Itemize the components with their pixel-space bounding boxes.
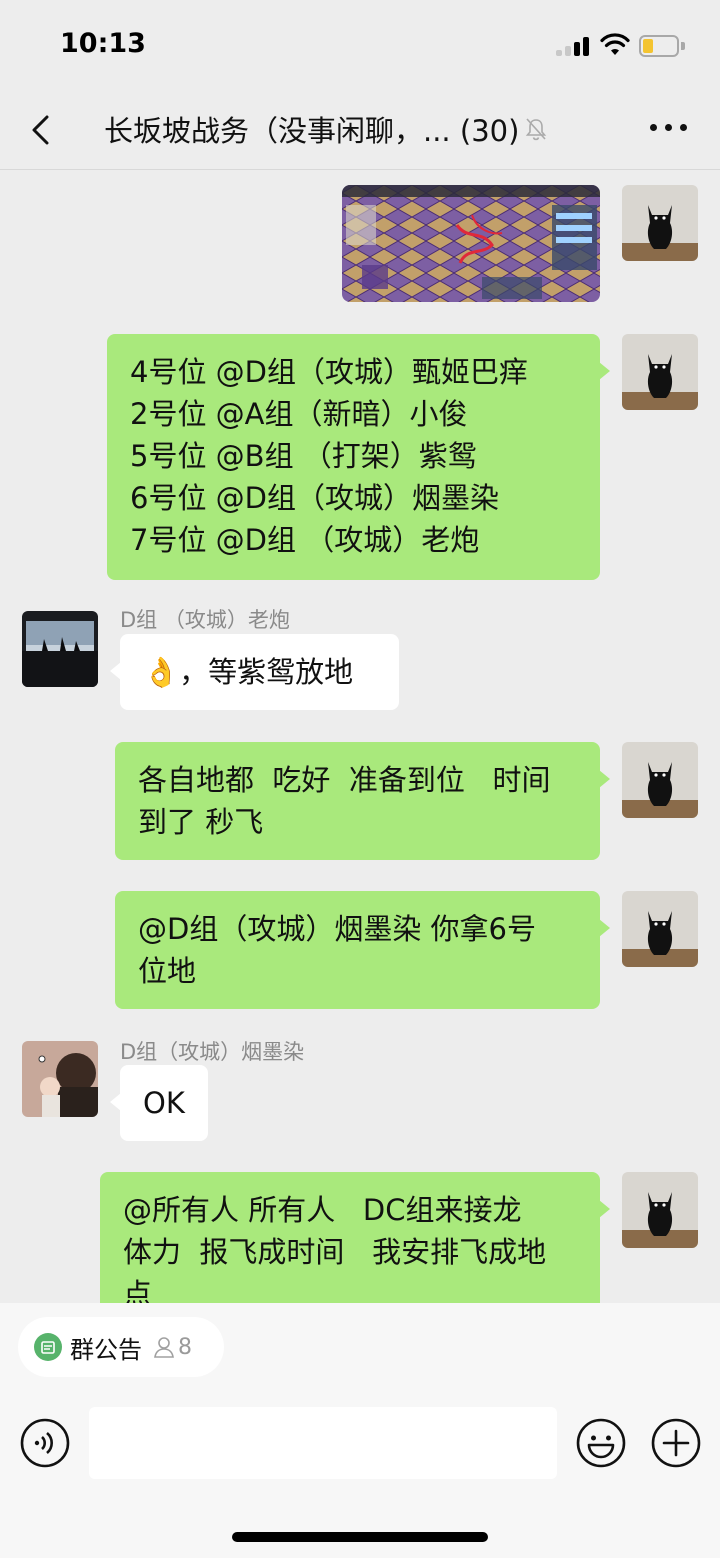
message-image xyxy=(0,170,720,310)
message-bubble[interactable]: @所有人 所有人 DC组来接龙 体力 报飞成时间 我安排飞成地 点 xyxy=(100,1172,610,1303)
sender-name: D组 （攻城）老炮 xyxy=(120,608,290,632)
message-list[interactable]: 4号位 @D组（攻城）甄姬巴痒 2号位 @A组（新暗）小俊 5号位 @B组 （打… xyxy=(0,170,720,1303)
my-avatar-cat[interactable] xyxy=(622,1172,698,1248)
my-avatar-cat[interactable] xyxy=(622,334,698,410)
message-outgoing: 4号位 @D组（攻城）甄姬巴痒 2号位 @A组（新暗）小俊 5号位 @B组 （打… xyxy=(0,334,720,580)
member-avatar-yanmoran[interactable] xyxy=(22,1041,98,1117)
message-incoming: D组（攻城）烟墨染 OK xyxy=(0,1034,720,1146)
chat-title: 长坂坡战务（没事闲聊，... (30) xyxy=(104,114,520,148)
announcement-label: 群公告 xyxy=(70,1335,142,1364)
my-avatar-cat[interactable] xyxy=(622,185,698,261)
voice-input-icon[interactable] xyxy=(20,1418,70,1468)
chat-header: 长坂坡战务（没事闲聊，... (30) xyxy=(0,92,720,170)
message-outgoing: @所有人 所有人 DC组来接龙 体力 报飞成时间 我安排飞成地 点 xyxy=(0,1172,720,1303)
sender-name: D组（攻城）烟墨染 xyxy=(120,1040,305,1064)
mute-bell-icon xyxy=(526,118,547,141)
plus-icon[interactable] xyxy=(651,1418,701,1468)
message-outgoing: 各自地都 吃好 准备到位 时间 到了 秒飞 xyxy=(0,742,720,860)
more-options-icon[interactable] xyxy=(650,122,688,134)
message-bubble[interactable]: 4号位 @D组（攻城）甄姬巴痒 2号位 @A组（新暗）小俊 5号位 @B组 （打… xyxy=(107,334,610,580)
cellular-signal-icon xyxy=(556,36,590,56)
message-input[interactable] xyxy=(89,1407,557,1479)
game-screenshot-image[interactable] xyxy=(342,185,600,302)
input-panel: 群公告 8 xyxy=(0,1303,720,1558)
group-announcement-chip[interactable]: 群公告 8 xyxy=(18,1317,224,1377)
my-avatar-cat[interactable] xyxy=(622,742,698,818)
message-bubble[interactable]: OK xyxy=(110,1065,208,1141)
message-outgoing: @D组（攻城）烟墨染 你拿6号 位地 xyxy=(0,891,720,1009)
member-avatar-laopao[interactable] xyxy=(22,611,98,687)
emoji-icon[interactable] xyxy=(576,1418,626,1468)
announcement-count: 8 xyxy=(178,1334,192,1360)
message-bubble[interactable]: @D组（攻城）烟墨染 你拿6号 位地 xyxy=(115,891,610,1009)
announcement-icon xyxy=(34,1333,62,1361)
my-avatar-cat[interactable] xyxy=(622,891,698,967)
status-bar: 10:13 xyxy=(0,0,720,92)
chat-title-area[interactable]: 长坂坡战务（没事闲聊，... (30) xyxy=(104,109,549,149)
message-bubble[interactable]: 👌，等紫鸳放地 xyxy=(110,634,399,710)
home-indicator xyxy=(232,1532,488,1542)
wifi-icon xyxy=(600,33,630,55)
message-incoming: D组 （攻城）老炮 👌，等紫鸳放地 xyxy=(0,602,720,714)
person-icon xyxy=(154,1337,174,1358)
back-arrow-icon[interactable] xyxy=(26,110,56,150)
battery-icon xyxy=(639,35,685,57)
status-time: 10:13 xyxy=(60,28,146,59)
message-bubble[interactable]: 各自地都 吃好 准备到位 时间 到了 秒飞 xyxy=(115,742,610,860)
